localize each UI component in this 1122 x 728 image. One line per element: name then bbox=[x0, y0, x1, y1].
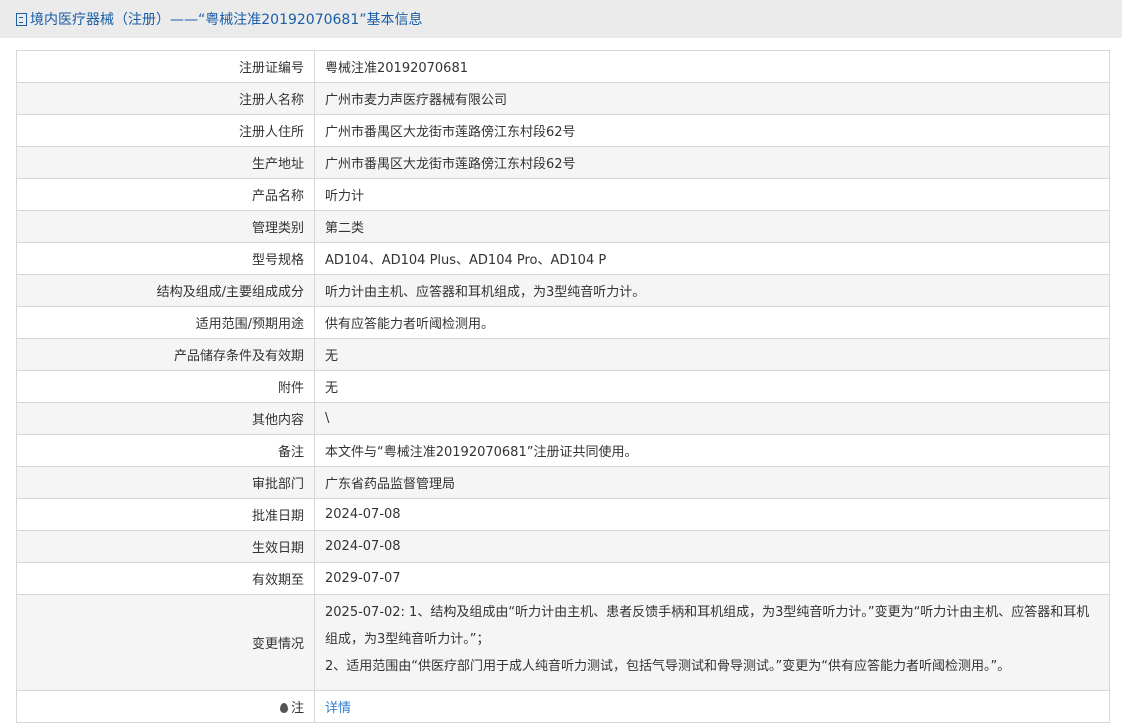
document-icon bbox=[16, 12, 27, 26]
page-header: 境内医疗器械（注册）——“粤械注准20192070681”基本信息 bbox=[0, 0, 1122, 38]
row-label: 有效期至 bbox=[16, 562, 315, 595]
details-link[interactable]: 详情 bbox=[325, 701, 351, 716]
row-value: 广州市麦力声医疗器械有限公司 bbox=[314, 82, 1110, 115]
row-value: 听力计由主机、应答器和耳机组成，为3型纯音听力计。 bbox=[314, 274, 1110, 307]
page-title: 境内医疗器械（注册）——“粤械注准20192070681”基本信息 bbox=[30, 12, 423, 28]
row-value: 无 bbox=[314, 338, 1110, 371]
pin-icon bbox=[279, 703, 288, 713]
table-row: 生效日期 2024-07-08 bbox=[16, 530, 1110, 563]
table-row-note: 注 详情 bbox=[16, 690, 1110, 723]
row-value: 本文件与“粤械注准20192070681”注册证共同使用。 bbox=[314, 434, 1110, 467]
row-label: 变更情况 bbox=[16, 594, 315, 691]
table-row: 注册人名称 广州市麦力声医疗器械有限公司 bbox=[16, 82, 1110, 115]
row-label: 型号规格 bbox=[16, 242, 315, 275]
row-label: 附件 bbox=[16, 370, 315, 403]
table-row: 产品名称 听力计 bbox=[16, 178, 1110, 211]
table-row: 有效期至 2029-07-07 bbox=[16, 562, 1110, 595]
row-value: 供有应答能力者听阈检测用。 bbox=[314, 306, 1110, 339]
table-row: 注册人住所 广州市番禺区大龙街市莲路傍江东村段62号 bbox=[16, 114, 1110, 147]
row-label: 生效日期 bbox=[16, 530, 315, 563]
row-value: 无 bbox=[314, 370, 1110, 403]
row-value: 粤械注准20192070681 bbox=[314, 50, 1110, 83]
row-label: 适用范围/预期用途 bbox=[16, 306, 315, 339]
note-label-cell: 注 bbox=[16, 690, 315, 723]
table-row: 批准日期 2024-07-08 bbox=[16, 498, 1110, 531]
row-label: 产品名称 bbox=[16, 178, 315, 211]
changes-value: 2025-07-02: 1、结构及组成由“听力计由主机、患者反馈手柄和耳机组成，… bbox=[314, 594, 1110, 691]
row-label: 注册证编号 bbox=[16, 50, 315, 83]
note-label: 注 bbox=[290, 701, 304, 716]
table-row: 管理类别 第二类 bbox=[16, 210, 1110, 243]
table-row: 生产地址 广州市番禺区大龙街市莲路傍江东村段62号 bbox=[16, 146, 1110, 179]
row-label: 管理类别 bbox=[16, 210, 315, 243]
row-value: 广州市番禺区大龙街市莲路傍江东村段62号 bbox=[314, 146, 1110, 179]
table-row: 注册证编号 粤械注准20192070681 bbox=[16, 50, 1110, 83]
row-label: 注册人住所 bbox=[16, 114, 315, 147]
table-row-changes: 变更情况 2025-07-02: 1、结构及组成由“听力计由主机、患者反馈手柄和耳… bbox=[16, 594, 1110, 691]
row-label: 产品储存条件及有效期 bbox=[16, 338, 315, 371]
note-value-cell: 详情 bbox=[314, 690, 1110, 723]
change-line-1: 2025-07-02: 1、结构及组成由“听力计由主机、患者反馈手柄和耳机组成，… bbox=[325, 605, 1090, 647]
row-value: 听力计 bbox=[314, 178, 1110, 211]
row-value: 2024-07-08 bbox=[314, 530, 1110, 563]
info-table: 注册证编号 粤械注准20192070681 注册人名称 广州市麦力声医疗器械有限公司注… bbox=[16, 50, 1110, 723]
row-value: 2029-07-07 bbox=[314, 562, 1110, 595]
row-label: 批准日期 bbox=[16, 498, 315, 531]
row-value: 第二类 bbox=[314, 210, 1110, 243]
table-row: 其他内容 \ bbox=[16, 402, 1110, 435]
table-row: 结构及组成/主要组成成分 听力计由主机、应答器和耳机组成，为3型纯音听力计。 bbox=[16, 274, 1110, 307]
row-value: AD104、AD104 Plus、AD104 Pro、AD104 P bbox=[314, 242, 1110, 275]
row-value: \ bbox=[314, 402, 1110, 435]
row-label: 审批部门 bbox=[16, 466, 315, 499]
table-row: 附件无 bbox=[16, 370, 1110, 403]
row-value: 广州市番禺区大龙街市莲路傍江东村段62号 bbox=[314, 114, 1110, 147]
row-label: 其他内容 bbox=[16, 402, 315, 435]
row-label: 生产地址 bbox=[16, 146, 315, 179]
table-row: 适用范围/预期用途 供有应答能力者听阈检测用。 bbox=[16, 306, 1110, 339]
row-value: 2024-07-08 bbox=[314, 498, 1110, 531]
change-line-2: 2、适用范围由“供医疗部门用于成人纯音听力测试，包括气导测试和骨导测试。”变更为… bbox=[325, 659, 1011, 674]
table-row: 备注 本文件与“粤械注准20192070681”注册证共同使用。 bbox=[16, 434, 1110, 467]
table-row: 审批部门 广东省药品监督管理局 bbox=[16, 466, 1110, 499]
row-value: 广东省药品监督管理局 bbox=[314, 466, 1110, 499]
row-label: 注册人名称 bbox=[16, 82, 315, 115]
row-label: 备注 bbox=[16, 434, 315, 467]
row-label: 结构及组成/主要组成成分 bbox=[16, 274, 315, 307]
table-row: 产品储存条件及有效期无 bbox=[16, 338, 1110, 371]
table-row: 型号规格 AD104、AD104 Plus、AD104 Pro、AD104 P bbox=[16, 242, 1110, 275]
